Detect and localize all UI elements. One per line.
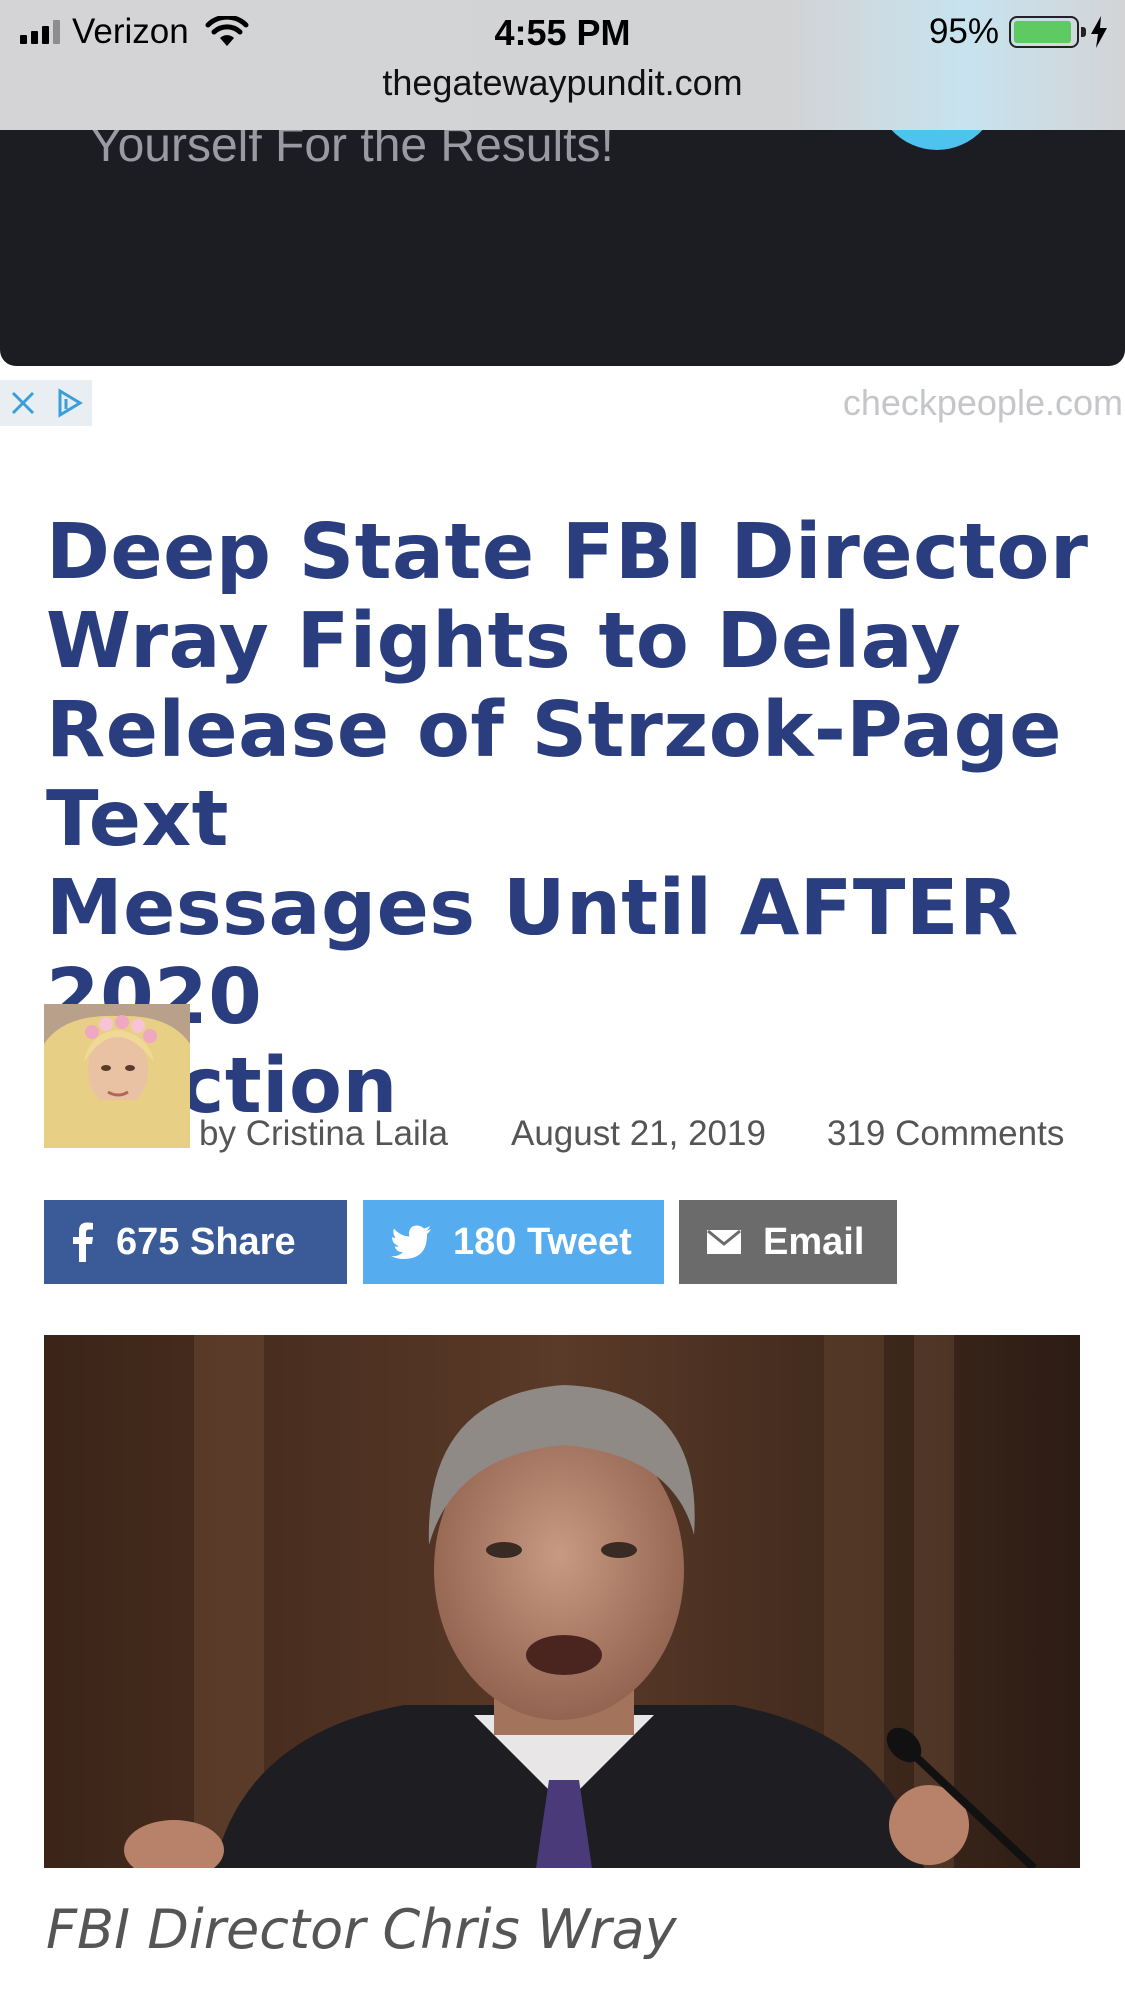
author-byline[interactable]: by Cristina Laila xyxy=(199,1114,448,1154)
facebook-share-label: Share xyxy=(189,1220,296,1263)
email-share-button[interactable]: Email xyxy=(679,1200,897,1284)
charging-bolt-icon xyxy=(1091,16,1107,48)
twitter-icon xyxy=(391,1225,431,1259)
publish-date: August 21, 2019 xyxy=(511,1114,766,1153)
headline-line: Wray Fights to Delay xyxy=(46,597,962,686)
battery-icon xyxy=(1009,16,1086,48)
comments-link[interactable]: 319 Comments xyxy=(827,1114,1064,1154)
envelope-icon xyxy=(707,1230,741,1254)
ad-attribution-row: checkpeople.com xyxy=(0,380,1125,426)
author-avatar[interactable] xyxy=(44,1004,190,1148)
photo-caption: FBI Director Chris Wray xyxy=(46,1898,677,1961)
close-icon[interactable] xyxy=(0,380,46,426)
article-photo[interactable] xyxy=(44,1335,1080,1868)
facebook-share-button[interactable]: 675 Share xyxy=(44,1200,347,1284)
headline-line: Release of Strzok-Page Text xyxy=(46,686,1062,864)
status-bar: Verizon 4:55 PM 95% thegatewaypundit.com xyxy=(0,0,1125,130)
headline-line: Messages Until AFTER 2020 xyxy=(46,864,1019,1042)
headline-line: Deep State FBI Director xyxy=(46,508,1089,597)
facebook-share-count: 675 xyxy=(116,1220,180,1263)
adchoices-icon[interactable] xyxy=(46,380,92,426)
address-bar-url[interactable]: thegatewaypundit.com xyxy=(0,62,1125,104)
advertisement-banner[interactable]: Yourself For the Results! xyxy=(0,100,1125,366)
article-headline: Deep State FBI Director Wray Fights to D… xyxy=(46,508,1106,1131)
twitter-tweet-label: Tweet xyxy=(526,1220,632,1263)
email-label: Email xyxy=(763,1220,865,1263)
battery-percent: 95% xyxy=(928,12,999,51)
facebook-icon xyxy=(72,1222,94,1262)
twitter-tweet-button[interactable]: 180 Tweet xyxy=(363,1200,664,1284)
twitter-tweet-count: 180 xyxy=(453,1220,517,1263)
ad-domain[interactable]: checkpeople.com xyxy=(843,382,1123,424)
